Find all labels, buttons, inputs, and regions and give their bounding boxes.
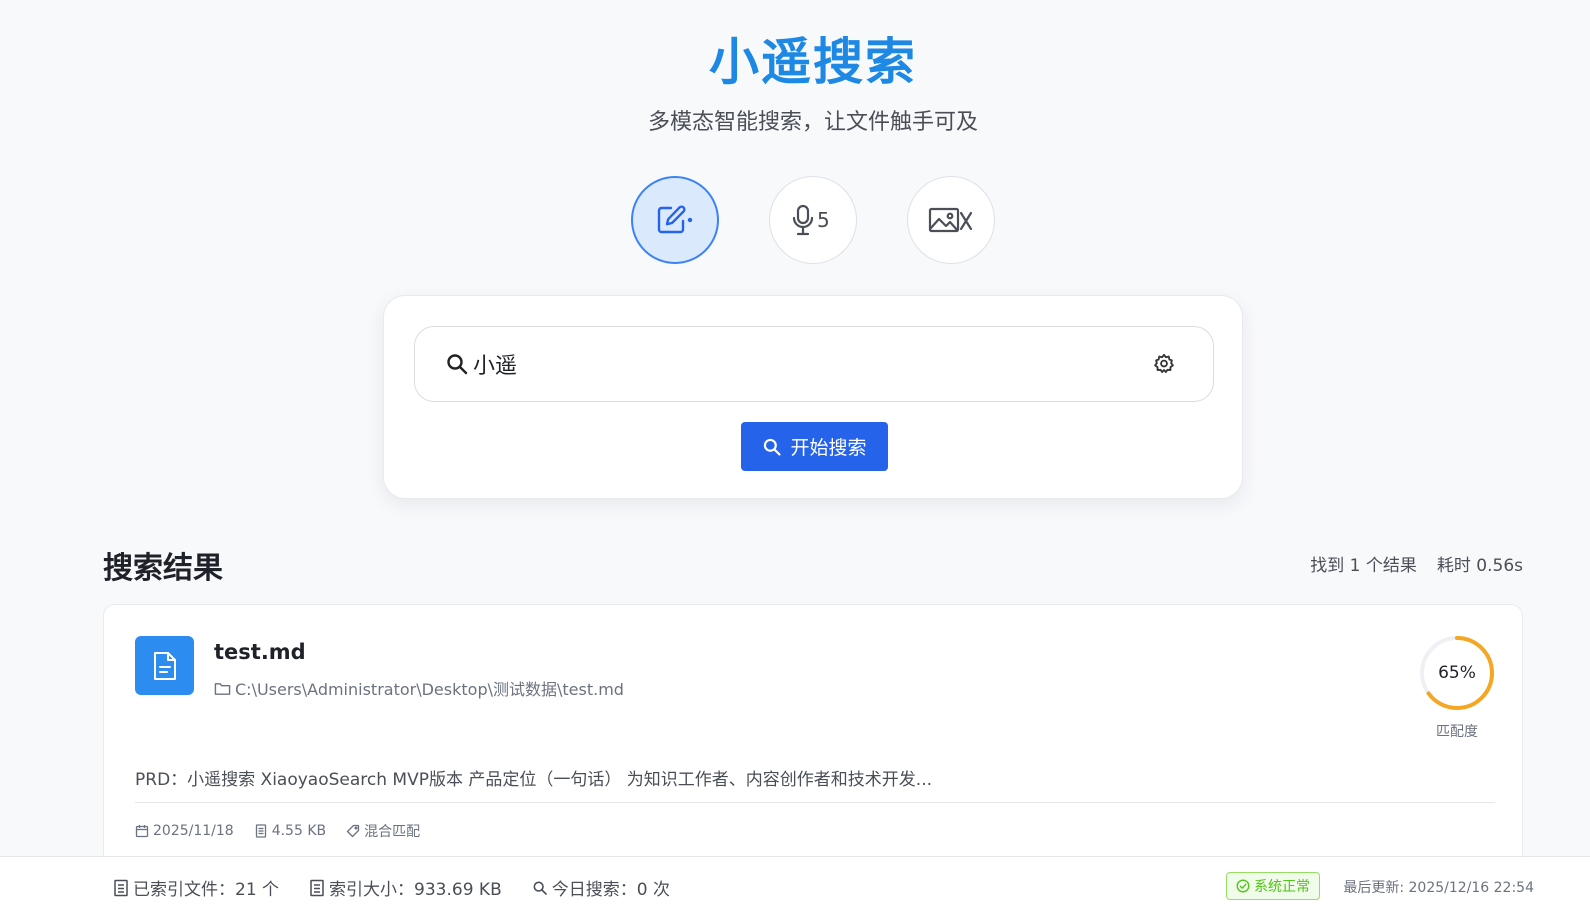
- search-icon: [764, 438, 782, 456]
- svg-text:5: 5: [817, 208, 830, 232]
- result-date-text: 2025/11/18: [153, 823, 234, 839]
- result-match-type-text: 混合匹配: [364, 824, 421, 840]
- index-size-stat: 索引大小：933.69 KB: [309, 875, 502, 900]
- start-search-button[interactable]: 开始搜索: [741, 422, 888, 471]
- results-heading: 搜索结果: [103, 551, 223, 586]
- system-status-badge: 系统正常: [1226, 872, 1320, 900]
- result-snippet: PRD：小遥搜索 XiaoyaoSearch MVP版本 产品定位（一句话） 为…: [135, 770, 932, 790]
- calendar-icon: [135, 825, 149, 838]
- last-update-time: 最后更新: 2025/12/16 22:54: [1343, 880, 1534, 896]
- voice-mode-button[interactable]: 5: [769, 176, 857, 264]
- search-icon: [533, 881, 547, 895]
- text-mode-button[interactable]: [631, 176, 719, 264]
- file-icon: [114, 879, 128, 896]
- app-page: 小遥搜索 多模态智能搜索，让文件触手可及 5 小遥 开始搜索 搜索结果 找到 1…: [0, 0, 1590, 909]
- result-size-text: 4.55 KB: [271, 823, 327, 839]
- edit-icon: [657, 205, 693, 234]
- result-file-path: C:\Users\Administrator\Desktop\测试数据\test…: [214, 676, 624, 700]
- result-card[interactable]: test.md C:\Users\Administrator\Desktop\测…: [103, 604, 1523, 894]
- today-searches-text: 今日搜索：0 次: [551, 880, 670, 900]
- results-count: 找到 1 个结果: [1310, 556, 1417, 576]
- match-score-label: 匹配度: [1436, 724, 1478, 740]
- match-score-value: 65%: [1438, 663, 1476, 683]
- indexed-files-stat: 已索引文件：21 个: [113, 875, 279, 900]
- results-summary: 找到 1 个结果 耗时 0.56s: [1310, 551, 1523, 576]
- card-divider: [135, 802, 1495, 803]
- indexed-files-text: 已索引文件：21 个: [133, 880, 280, 900]
- result-size: 4.55 KB: [254, 821, 326, 841]
- result-path-text: C:\Users\Administrator\Desktop\测试数据\test…: [235, 680, 624, 699]
- index-size-text: 索引大小：933.69 KB: [329, 880, 502, 900]
- search-mode-switcher: 5: [631, 176, 995, 264]
- today-searches-stat: 今日搜索：0 次: [532, 875, 670, 900]
- microphone-icon: 5: [792, 204, 830, 236]
- file-size-icon: [255, 824, 266, 838]
- app-subtitle: 多模态智能搜索，让文件触手可及: [647, 110, 978, 135]
- search-panel: 开始搜索: [383, 295, 1243, 499]
- document-file-icon: [135, 636, 194, 695]
- image-mode-button[interactable]: [907, 176, 995, 264]
- result-date: 2025/11/18: [135, 821, 234, 841]
- start-search-label: 开始搜索: [790, 437, 867, 459]
- system-status-text: 系统正常: [1254, 879, 1310, 895]
- result-file-name[interactable]: test.md: [214, 640, 306, 664]
- search-duration: 耗时 0.56s: [1436, 556, 1523, 576]
- settings-gear-icon[interactable]: [1153, 353, 1175, 375]
- search-box[interactable]: [414, 326, 1214, 402]
- file-icon: [310, 879, 324, 896]
- result-match-type: 混合匹配: [346, 821, 420, 841]
- footer-stats: 已索引文件：21 个 索引大小：933.69 KB 今日搜索：0 次: [113, 875, 670, 900]
- search-input[interactable]: [473, 344, 1153, 384]
- image-icon: [928, 207, 973, 233]
- app-title: 小遥搜索: [709, 33, 917, 91]
- status-bar: 已索引文件：21 个 索引大小：933.69 KB 今日搜索：0 次 系统正常 …: [0, 856, 1590, 909]
- folder-icon: [214, 682, 231, 695]
- search-icon: [445, 352, 469, 376]
- result-meta: 2025/11/18 4.55 KB 混合匹配: [135, 821, 420, 841]
- check-circle-icon: [1236, 879, 1250, 893]
- tag-icon: [346, 824, 360, 838]
